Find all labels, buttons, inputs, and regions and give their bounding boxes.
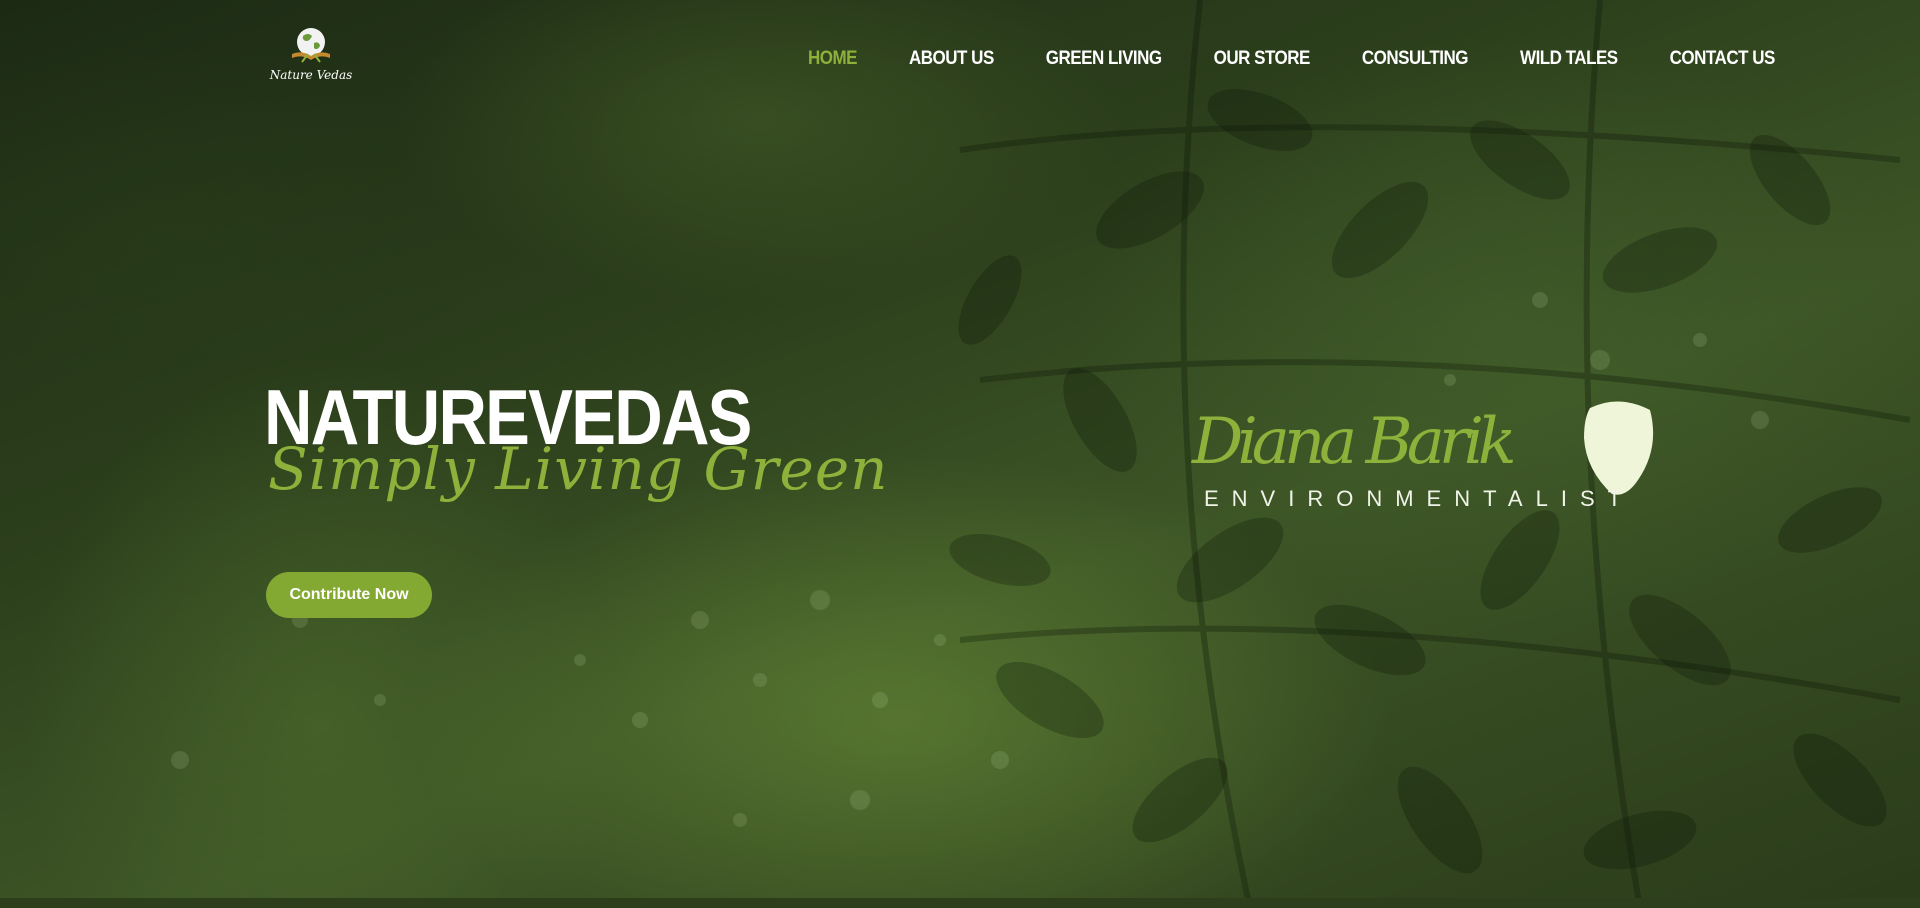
nav-green-living[interactable]: GREEN LIVING [1046, 47, 1162, 70]
signature: Diana Barik [1192, 405, 1517, 479]
logo-text: Nature Vedas [269, 68, 353, 82]
bottom-edge [0, 898, 1920, 908]
hero-section: Nature Vedas HOME ABOUT US GREEN LIVING … [0, 0, 1920, 908]
site-logo[interactable]: Nature Vedas [266, 24, 356, 104]
nav-contact-us[interactable]: CONTACT US [1670, 47, 1776, 70]
nav-our-store[interactable]: OUR STORE [1214, 47, 1311, 70]
nav-consulting[interactable]: CONSULTING [1362, 47, 1469, 70]
contribute-now-button[interactable]: Contribute Now [266, 572, 432, 618]
nav-about-us[interactable]: ABOUT US [909, 47, 994, 70]
hero-tagline: Simply Living Green [268, 435, 889, 503]
globe-book-icon [292, 28, 330, 63]
nav-wild-tales[interactable]: WILD TALES [1520, 47, 1618, 70]
main-navigation: HOME ABOUT US GREEN LIVING OUR STORE CON… [808, 47, 1776, 70]
nav-home[interactable]: HOME [808, 47, 858, 70]
signature-role: ENVIRONMENTALIST [1204, 486, 1635, 511]
